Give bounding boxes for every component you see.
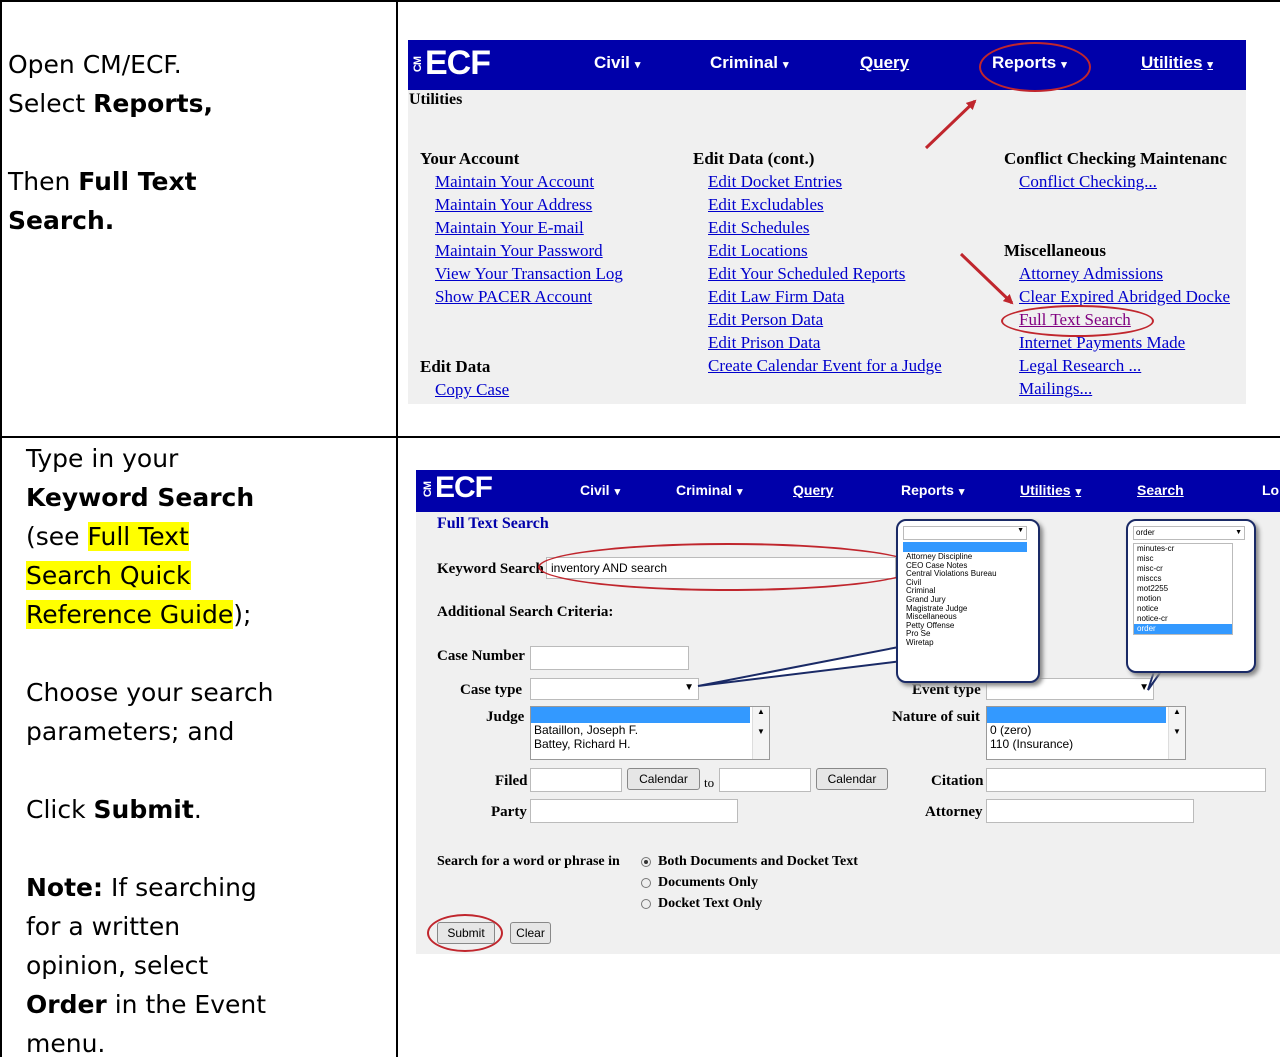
list-item[interactable]: mot2255 xyxy=(1134,584,1232,594)
option-both-label: Both Documents and Docket Text xyxy=(658,854,858,869)
clear-button[interactable]: Clear xyxy=(510,922,551,944)
event-type-options: minutes-cr misc misc-cr misccs mot2255 motion… xyxy=(1133,543,1233,635)
calendar-button[interactable]: Calendar xyxy=(816,768,888,790)
event-type-popup[interactable]: order ▼ minutes-cr misc misc-cr misccs mot225… xyxy=(1126,519,1256,673)
option-documents-label: Documents Only xyxy=(658,875,758,890)
list-item[interactable]: minutes-cr xyxy=(1134,544,1232,554)
case-type-popup[interactable]: ▼ Attorney Discipline CEO Case Notes Centr… xyxy=(896,519,1040,683)
instruction-opinion: opinion, select xyxy=(26,951,209,980)
list-item[interactable]: notice-cr xyxy=(1134,614,1232,624)
list-item[interactable]: Wiretap xyxy=(903,638,1027,648)
arrow-to-reports xyxy=(924,99,977,150)
to-label: to xyxy=(704,775,715,790)
attorney-input[interactable] xyxy=(986,799,1194,823)
citation-label: Citation xyxy=(931,773,984,789)
citation-input[interactable] xyxy=(986,768,1266,792)
list-item[interactable]: misccs xyxy=(1134,574,1232,584)
list-item[interactable]: order xyxy=(1134,624,1232,634)
filed-from-input[interactable] xyxy=(530,768,622,792)
filed-to-input[interactable] xyxy=(719,768,811,792)
popup-select[interactable]: ▼ xyxy=(903,526,1027,540)
radio-docket-text-only[interactable] xyxy=(641,899,651,909)
list-item[interactable]: motion xyxy=(1134,594,1232,604)
submit-highlight-oval xyxy=(427,914,503,952)
party-label: Party xyxy=(491,804,527,820)
popup-selected-row[interactable] xyxy=(903,542,1027,552)
list-item[interactable]: Central Violations Bureau xyxy=(903,570,1027,579)
instruction-click-submit: Click Submit. xyxy=(26,795,202,824)
radio-both[interactable] xyxy=(641,857,651,867)
list-item[interactable]: Battey, Richard H. xyxy=(531,737,769,751)
instruction-note: Note: If searching xyxy=(26,873,257,902)
radio-documents-only[interactable] xyxy=(641,878,651,888)
list-item[interactable]: misc-cr xyxy=(1134,564,1232,574)
attorney-label: Attorney xyxy=(925,804,983,820)
list-item[interactable]: 110 (Insurance) xyxy=(987,737,1185,751)
instruction-written: for a written xyxy=(26,912,181,941)
party-input[interactable] xyxy=(530,799,738,823)
instruction-order: Order in the Event xyxy=(26,990,267,1019)
search-in-label: Search for a word or phrase in xyxy=(437,854,620,869)
callout-pointers xyxy=(697,644,1180,691)
list-item[interactable]: misc xyxy=(1134,554,1232,564)
arrow-to-full-text xyxy=(959,252,1014,305)
case-type-options: Attorney Discipline CEO Case Notes Central… xyxy=(903,552,1027,648)
option-docket-label: Docket Text Only xyxy=(658,896,763,911)
popup-select[interactable]: order ▼ xyxy=(1133,526,1245,540)
calendar-button[interactable]: Calendar xyxy=(627,768,700,790)
chevron-down-icon: ▼ xyxy=(1235,529,1242,536)
list-item[interactable]: notice xyxy=(1134,604,1232,614)
chevron-down-icon: ▼ xyxy=(1017,527,1024,534)
filed-label: Filed xyxy=(495,773,528,789)
instruction-menu: menu. xyxy=(26,1029,106,1058)
annotation-arrows-step1 xyxy=(924,99,1014,305)
